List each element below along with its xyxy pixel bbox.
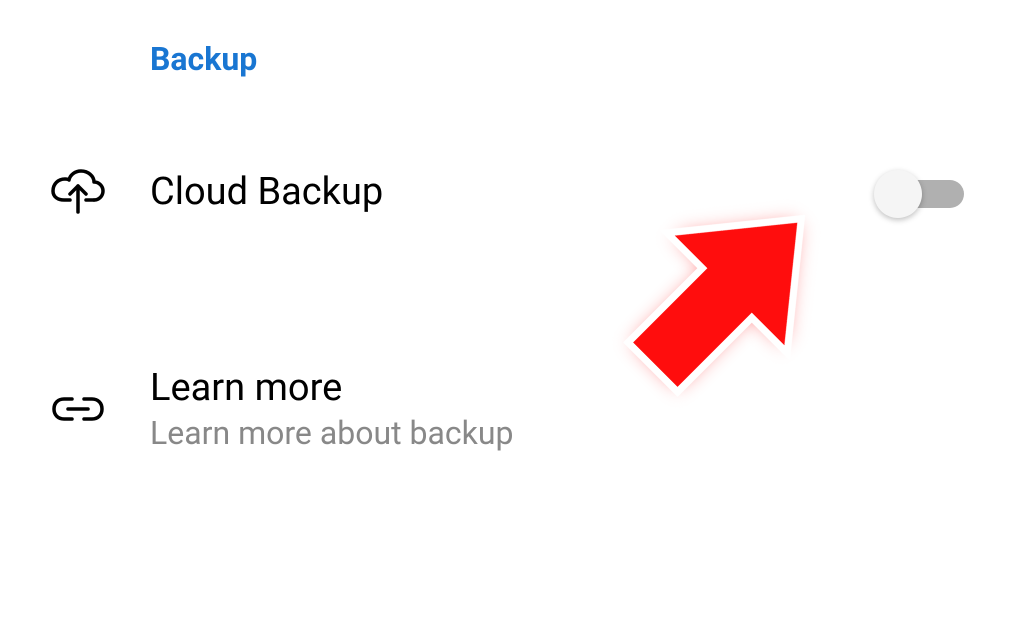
learn-more-title: Learn more [150,366,974,410]
cloud-backup-toggle[interactable] [874,172,964,212]
learn-more-row[interactable]: Learn more Learn more about backup [50,366,974,452]
link-icon [50,390,130,428]
section-header: Backup [150,40,974,78]
cloud-backup-title: Cloud Backup [150,170,874,214]
backup-settings-panel: Backup Cloud Backup Learn m [0,0,1024,492]
learn-more-subtitle: Learn more about backup [150,414,974,452]
cloud-upload-icon [50,168,130,216]
cloud-backup-row: Cloud Backup [50,168,974,216]
